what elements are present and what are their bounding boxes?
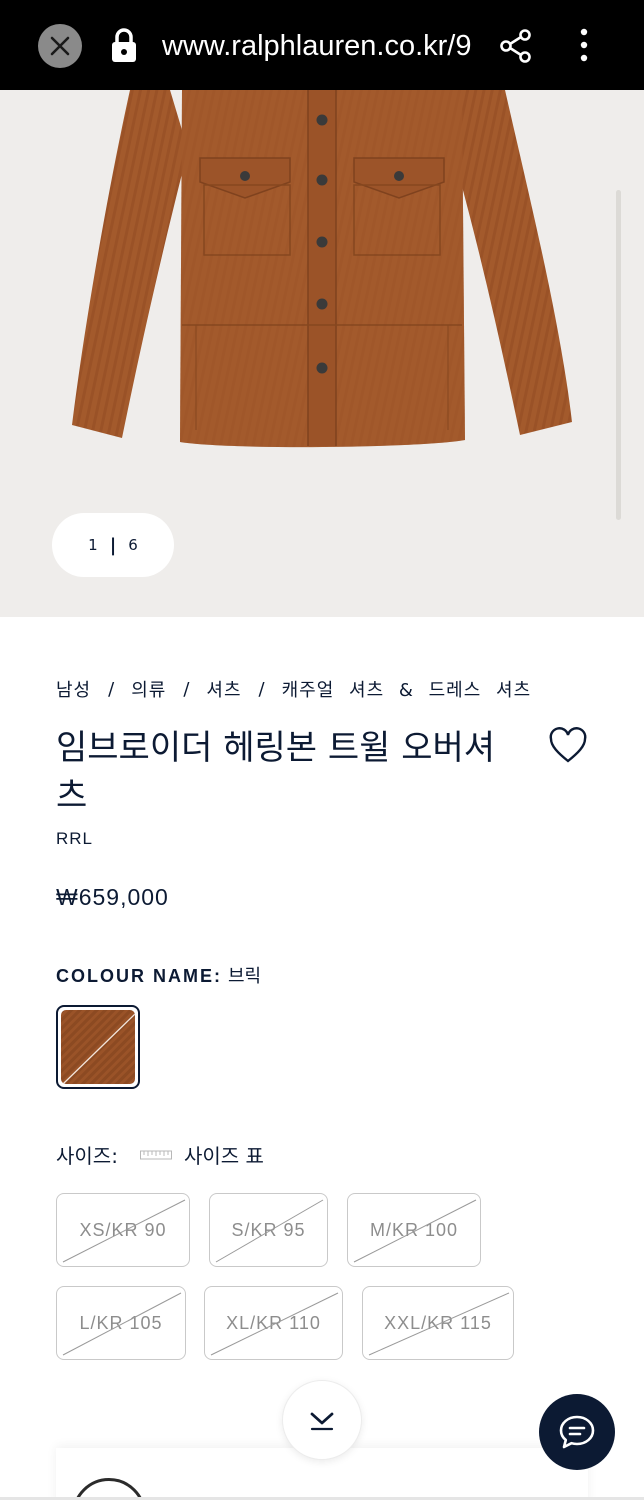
browser-top-bar: www.ralphlauren.co.kr/9 [0,0,644,90]
close-icon[interactable] [38,24,82,68]
size-option-xs[interactable]: XS/KR 90 [56,1193,190,1267]
colour-name-label: COLOUR NAME: 브릭 [56,966,262,987]
size-option-xl[interactable]: XL/KR 110 [204,1286,343,1360]
chevron-down-icon[interactable] [282,1380,362,1460]
lock-icon [110,26,138,64]
size-option-l[interactable]: L/KR 105 [56,1286,186,1360]
more-vert-icon[interactable] [572,26,596,66]
pager-separator: | [109,534,117,556]
size-label: 사이즈: [56,1144,118,1168]
breadcrumb-item[interactable]: 의류 [131,676,166,702]
breadcrumb-item[interactable]: 캐주얼 셔츠 & 드레스 셔츠 [282,676,532,702]
share-icon[interactable] [498,28,534,64]
size-option-s[interactable]: S/KR 95 [209,1193,328,1267]
product-price: ₩659,000 [56,884,169,910]
breadcrumb: 남성 / 의류 / 셔츠 / 캐주얼 셔츠 & 드레스 셔츠 [56,676,596,702]
product-title: 임브로이더 헤링본 트윌 오버셔츠 [56,728,496,816]
colour-name-value: 브릭 [228,966,262,987]
product-image-gallery[interactable]: 1 | 6 [0,90,644,617]
ruler-icon [139,1150,172,1159]
pager-current: 1 [88,536,98,554]
size-option-m[interactable]: M/KR 100 [347,1193,481,1267]
size-chart-link[interactable]: 사이즈 표 [184,1140,264,1169]
colour-swatch-brick[interactable] [56,1005,140,1089]
product-brand[interactable]: RRL [56,829,93,849]
gallery-scrollbar[interactable] [616,190,621,520]
pager-total: 6 [128,536,138,554]
size-option-xxl[interactable]: XXL/KR 115 [362,1286,514,1360]
url-bar[interactable]: www.ralphlauren.co.kr/9 [162,28,472,64]
breadcrumb-item[interactable]: 남성 [56,676,91,702]
gallery-pager: 1 | 6 [52,513,174,577]
size-label-row: 사이즈: 사이즈 표 [56,1140,264,1169]
chat-icon[interactable] [539,1394,615,1470]
heart-icon[interactable] [548,726,588,766]
breadcrumb-item[interactable]: 셔츠 [206,676,241,702]
